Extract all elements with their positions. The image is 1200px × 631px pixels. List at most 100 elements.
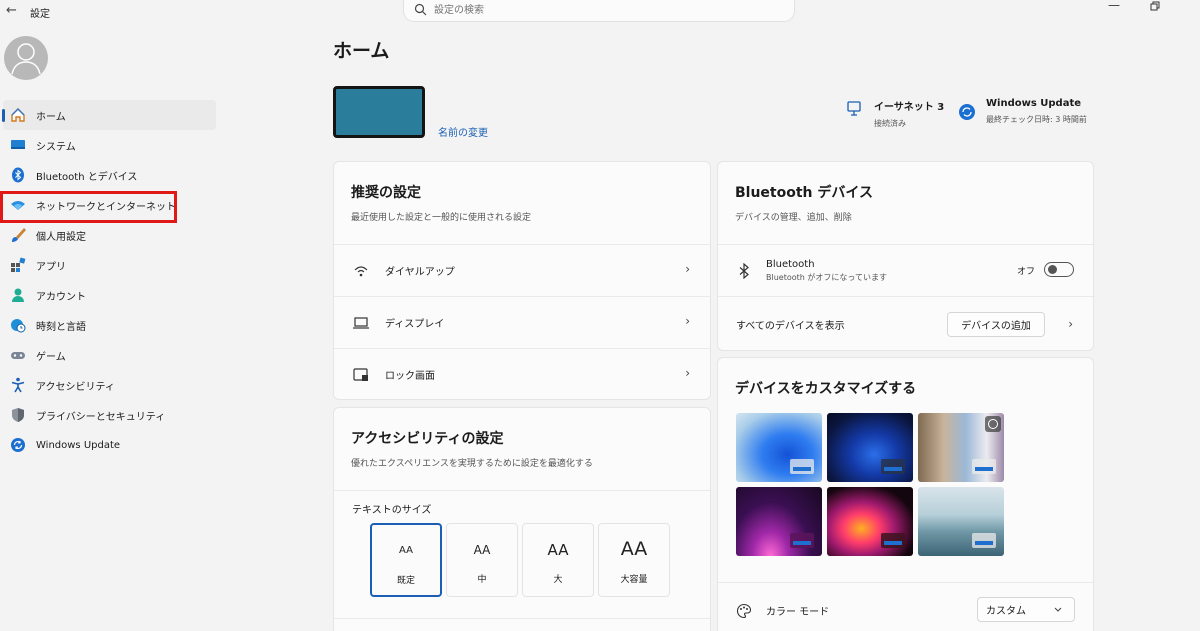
theme-tile-spotlight[interactable]	[918, 413, 1004, 482]
show-all-devices-row[interactable]: すべてのデバイスを表示 デバイスの追加 ›	[718, 296, 1093, 350]
recommended-settings-card: 推奨の設定 最近使用した設定と一般的に使用される設定 ダイヤルアップ › ディス…	[333, 161, 711, 400]
sidebar-item-label: 時刻と言語	[36, 321, 86, 333]
text-size-section: テキストのサイズ AA 既定 AA 中 AA 大 AA 大容量	[334, 490, 710, 612]
sidebar-item-label: ゲーム	[36, 351, 66, 363]
minimize-icon[interactable]: —	[1108, 0, 1120, 12]
sidebar-item-accessibility[interactable]: アクセシビリティ	[0, 370, 216, 400]
gamepad-icon	[10, 347, 26, 363]
sidebar-item-apps[interactable]: アプリ	[0, 250, 216, 280]
dialup-icon	[353, 264, 369, 278]
recommended-subtitle: 最近使用した設定と一般的に使用される設定	[351, 213, 532, 223]
bluetooth-toggle-row: Bluetooth Bluetooth がオフになっています オフ	[718, 244, 1093, 296]
theme-tile-captured-motion[interactable]	[827, 487, 913, 556]
toggle-state-label: オフ	[1016, 267, 1035, 277]
lock-screen-icon	[353, 367, 369, 382]
theme-tile-dark-bloom[interactable]	[827, 413, 913, 482]
sidebar-item-time-language[interactable]: 時刻と言語	[0, 310, 216, 340]
text-size-default[interactable]: AA 既定	[370, 523, 442, 597]
chevron-right-icon: ›	[685, 314, 690, 328]
laptop-icon	[353, 316, 369, 330]
theme-preview-window	[881, 533, 905, 548]
text-size-extra-large[interactable]: AA 大容量	[598, 523, 670, 597]
accessibility-settings-card: アクセシビリティの設定 優れたエクスペリエンスを実現するために設定を最適化する …	[333, 407, 711, 631]
text-size-large[interactable]: AA 大	[522, 523, 594, 597]
text-size-label-medium: 中	[477, 575, 487, 585]
color-mode-value: カスタム	[986, 606, 1026, 617]
sidebar-item-label: ホーム	[36, 111, 66, 123]
app-title: 設定	[30, 9, 50, 20]
title-bar: ← 設定 —	[0, 0, 1200, 24]
sidebar-nav: ホーム システム Bluetooth とデバイス ネットワークとインターネット …	[0, 100, 216, 460]
theme-preview-window	[972, 459, 996, 474]
bluetooth-card-title: Bluetooth デバイス	[735, 185, 873, 201]
page-title: ホーム	[333, 40, 390, 62]
apps-icon	[10, 257, 26, 273]
theme-tile-light-bloom[interactable]	[736, 413, 822, 482]
sidebar-item-label: アカウント	[36, 291, 86, 303]
bluetooth-symbol-icon	[736, 262, 752, 279]
theme-tile-flow[interactable]	[918, 487, 1004, 556]
restore-icon[interactable]	[1150, 1, 1161, 12]
text-size-medium[interactable]: AA 中	[446, 523, 518, 597]
row-label: ディスプレイ	[385, 319, 445, 330]
update-status-title: Windows Update	[986, 98, 1082, 109]
sidebar-item-gaming[interactable]: ゲーム	[0, 340, 216, 370]
highlight-box	[0, 191, 177, 223]
customize-title: デバイスをカスタマイズする	[735, 381, 917, 397]
text-size-label-extra-large: 大容量	[620, 575, 648, 585]
brush-icon	[10, 227, 26, 243]
text-size-label-default: 既定	[396, 576, 415, 586]
bluetooth-label: Bluetooth	[766, 258, 815, 270]
search-input[interactable]	[434, 2, 784, 18]
show-all-devices-label: すべてのデバイスを表示	[736, 321, 845, 332]
chevron-right-icon: ›	[1068, 317, 1073, 331]
recommended-row-display[interactable]: ディスプレイ ›	[334, 296, 710, 348]
theme-preview-window	[790, 533, 814, 548]
text-size-label: テキストのサイズ	[352, 505, 432, 516]
row-label: ダイヤルアップ	[385, 267, 455, 278]
sidebar-item-privacy[interactable]: プライバシーとセキュリティ	[0, 400, 216, 430]
text-size-glyph: AA	[473, 543, 491, 557]
sidebar-item-personalization[interactable]: 個人用設定	[0, 220, 216, 250]
avatar[interactable]	[4, 36, 48, 80]
search-icon	[414, 3, 427, 16]
sidebar-item-label: アプリ	[36, 261, 66, 273]
back-arrow-icon[interactable]: ←	[6, 3, 17, 18]
sidebar-item-label: システム	[36, 141, 76, 153]
sidebar-item-home[interactable]: ホーム	[2, 100, 216, 130]
bluetooth-status: Bluetooth がオフになっています	[766, 272, 887, 282]
color-mode-dropdown[interactable]: カスタム	[977, 597, 1075, 622]
network-status-sub: 接続済み	[874, 119, 906, 128]
sidebar-item-windows-update[interactable]: Windows Update	[0, 430, 216, 460]
text-size-glyph: AA	[547, 541, 569, 559]
text-size-glyph: AA	[399, 545, 413, 556]
update-status[interactable]: Windows Update 最終チェック日時: 3 時間前	[958, 98, 1087, 125]
network-status[interactable]: イーサネット 3 接続済み	[846, 98, 944, 129]
accessibility-icon	[10, 377, 26, 393]
network-status-title: イーサネット 3	[874, 102, 945, 113]
sidebar-item-bluetooth[interactable]: Bluetooth とデバイス	[0, 160, 216, 190]
shield-icon	[10, 407, 26, 423]
home-icon	[10, 107, 26, 123]
theme-preview-window	[972, 533, 996, 548]
search-box[interactable]	[403, 0, 795, 22]
rename-link[interactable]: 名前の変更	[438, 124, 488, 139]
color-mode-row: カラー モード カスタム	[718, 582, 1093, 631]
bluetooth-toggle[interactable]	[1044, 262, 1074, 277]
color-mode-label: カラー モード	[766, 607, 830, 618]
add-device-button[interactable]: デバイスの追加	[947, 312, 1045, 337]
sidebar-item-system[interactable]: システム	[0, 130, 216, 160]
sidebar-item-accounts[interactable]: アカウント	[0, 280, 216, 310]
recommended-row-dialup[interactable]: ダイヤルアップ ›	[334, 244, 710, 296]
divider	[334, 618, 710, 619]
recommended-row-lock-screen[interactable]: ロック画面 ›	[334, 348, 710, 399]
sidebar-item-label: Bluetooth とデバイス	[36, 171, 138, 183]
sidebar-item-label: 個人用設定	[36, 231, 86, 243]
recommended-title: 推奨の設定	[351, 185, 421, 201]
row-label: ロック画面	[385, 371, 435, 382]
person-icon	[10, 287, 26, 303]
theme-tile-glow[interactable]	[736, 487, 822, 556]
bluetooth-card-subtitle: デバイスの管理、追加、削除	[735, 213, 852, 223]
accessibility-title: アクセシビリティの設定	[351, 431, 504, 447]
spotlight-icon	[985, 416, 1001, 432]
